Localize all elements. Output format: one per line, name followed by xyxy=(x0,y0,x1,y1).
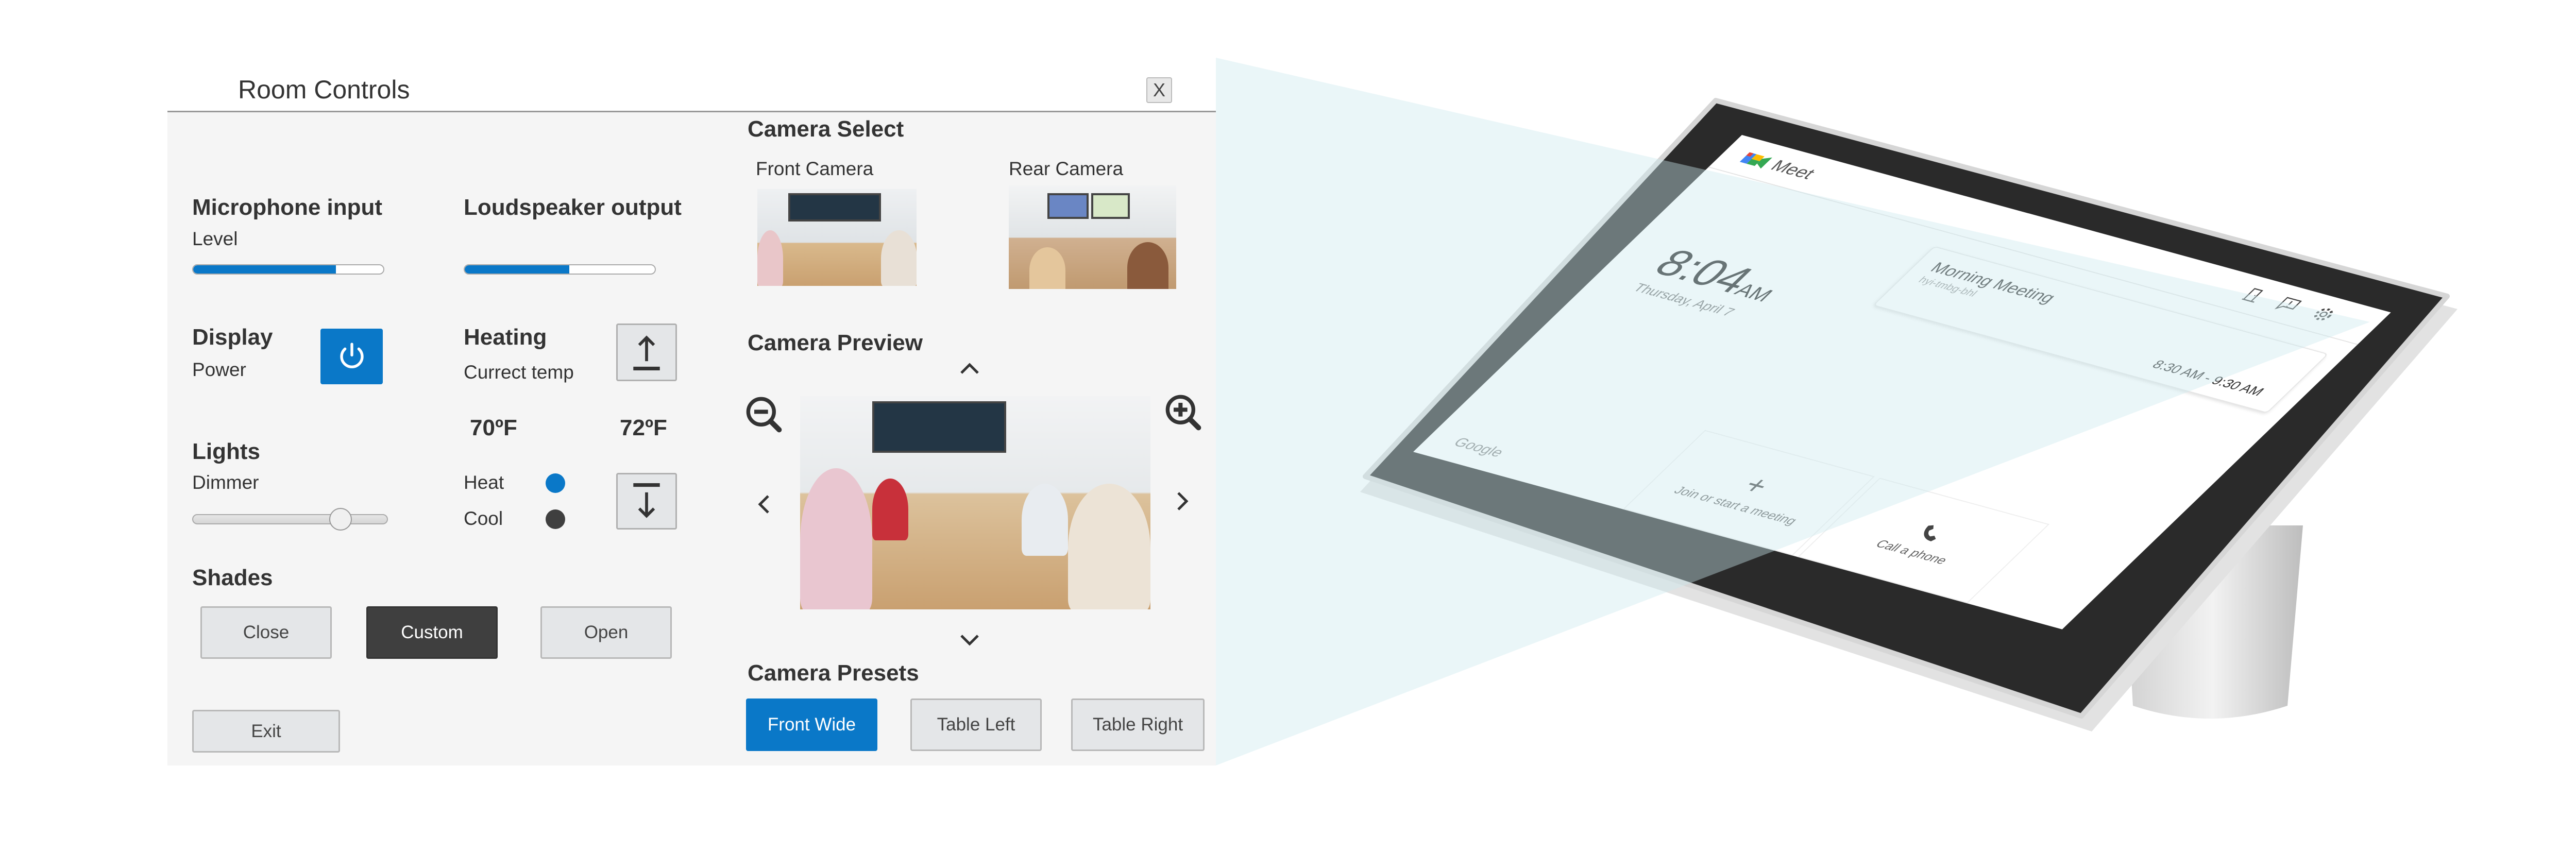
meet-app-name: Meet xyxy=(1766,157,1820,183)
meeting-time-range: 8:30 AM - 9:30 AM xyxy=(2148,357,2268,399)
join-meeting-label: Join or start a meeting xyxy=(1670,484,1801,527)
plus-icon: + xyxy=(1736,470,1778,500)
call-phone-label: Call a phone xyxy=(1872,537,1951,567)
settings-gear-icon[interactable] xyxy=(2307,305,2340,324)
meet-logo-icon xyxy=(1740,152,1773,168)
feedback-icon[interactable] xyxy=(2272,295,2305,314)
door-icon[interactable] xyxy=(2238,286,2270,305)
google-brand: Google xyxy=(1450,435,1508,460)
phone-icon xyxy=(1924,525,1936,541)
